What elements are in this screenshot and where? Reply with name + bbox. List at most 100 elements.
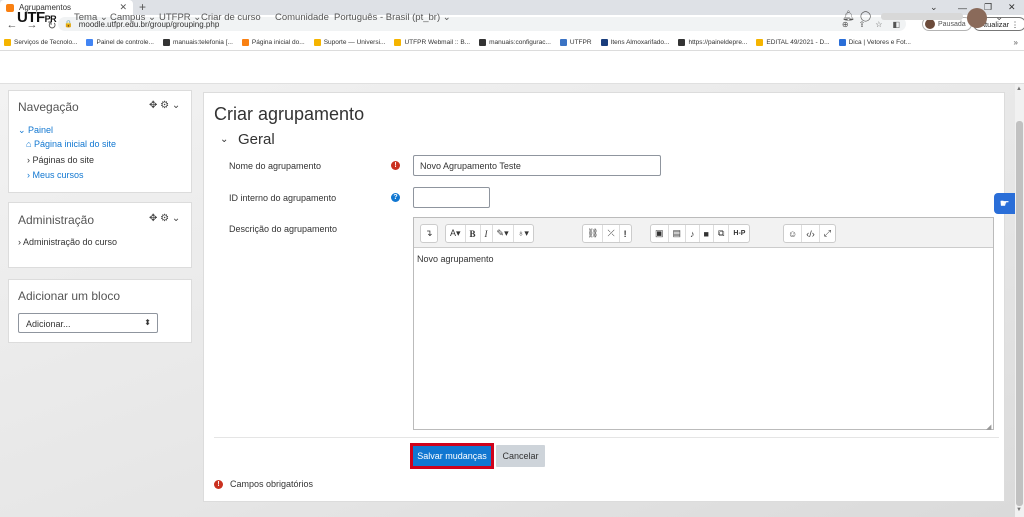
chevron-down-icon[interactable]: ⌄ bbox=[220, 134, 228, 145]
bookmark-label: Página inicial do... bbox=[251, 39, 305, 46]
profile-status: Pausada bbox=[938, 20, 966, 28]
unlink-icon[interactable]: ⤫ bbox=[603, 225, 620, 242]
block-controls-icon[interactable]: ✥ ⚙ ⌄ bbox=[149, 100, 180, 111]
bookmark-item[interactable]: UTFPR Webmail :: B... bbox=[394, 39, 470, 46]
bookmark-label: Painel de controle... bbox=[96, 39, 154, 46]
bookmark-item[interactable]: manuais:configurac... bbox=[479, 39, 551, 46]
grouping-name-label: Nome do agrupamento bbox=[229, 161, 322, 171]
scrollbar-thumb[interactable] bbox=[1016, 121, 1023, 506]
bookmark-star-icon[interactable]: ☆ bbox=[875, 20, 882, 29]
bookmarks-overflow-button[interactable]: » bbox=[1014, 38, 1018, 47]
nav-criar-curso[interactable]: Criar de curso bbox=[201, 12, 261, 23]
bookmark-item[interactable]: Painel de controle... bbox=[86, 39, 154, 46]
accessibility-check-icon[interactable]: ! bbox=[620, 225, 631, 242]
grouping-description-label: Descrição do agrupamento bbox=[229, 224, 338, 234]
bookmark-favicon-icon bbox=[756, 39, 764, 46]
bookmark-label: Suporte — Universi... bbox=[323, 39, 386, 46]
grouping-name-value: Novo Agrupamento Teste bbox=[420, 161, 521, 171]
moodle-favicon-icon bbox=[6, 3, 14, 12]
paragraph-style-icon[interactable]: A▾ bbox=[446, 225, 466, 242]
bookmark-favicon-icon bbox=[678, 39, 686, 46]
highlight-icon[interactable]: ♁▾ bbox=[514, 225, 533, 242]
bold-icon[interactable]: B bbox=[466, 225, 481, 242]
bookmark-label: EDITAL 49/2021 - D... bbox=[766, 39, 830, 46]
toolbar-group-media: ▣ ▤ ♪ ■ ⧉ H-P bbox=[650, 224, 751, 243]
nav-item-home-label: Página inicial do site bbox=[33, 139, 116, 149]
user-menu-caret[interactable]: ⌄ bbox=[995, 12, 1003, 23]
html-code-icon[interactable]: ‹/› bbox=[802, 225, 820, 242]
bookmark-item[interactable]: https://paineldepre... bbox=[678, 39, 747, 46]
bookmark-item[interactable]: manuais:telefonia [... bbox=[162, 39, 233, 46]
block-controls-icon[interactable]: ✥ ⚙ ⌄ bbox=[149, 213, 180, 224]
save-button[interactable]: Salvar mudanças bbox=[411, 444, 493, 468]
required-icon: ! bbox=[391, 161, 400, 170]
bookmark-item[interactable]: Itens Almoxarifado... bbox=[600, 39, 670, 46]
bookmark-favicon-icon bbox=[559, 39, 567, 46]
navigation-block-title: Navegação bbox=[18, 100, 79, 114]
admin-item-course[interactable]: › Administração do curso bbox=[18, 237, 117, 247]
italic-icon[interactable]: I bbox=[481, 225, 493, 242]
window-close-button[interactable]: ✕ bbox=[1008, 0, 1016, 15]
messages-icon[interactable]: ◯ bbox=[860, 11, 871, 22]
bookmark-item[interactable]: Suporte — Universi... bbox=[313, 39, 386, 46]
add-block-select[interactable]: Adicionar... ⬍ bbox=[18, 313, 158, 333]
video-camera-icon[interactable]: ■ bbox=[700, 225, 714, 242]
select-arrows-icon: ⬍ bbox=[144, 318, 151, 327]
bookmark-label: Itens Almoxarifado... bbox=[610, 39, 670, 46]
side-panel-icon[interactable]: ◧ bbox=[892, 20, 900, 29]
grouping-name-input[interactable]: Novo Agrupamento Teste bbox=[413, 155, 661, 176]
nav-campus[interactable]: Campus ⌄ bbox=[110, 12, 156, 23]
bookmark-label: UTFPR bbox=[569, 39, 592, 46]
logo-small: PR bbox=[44, 14, 57, 24]
utfpr-logo[interactable]: UTFPR bbox=[17, 9, 57, 26]
manage-files-icon[interactable]: ⧉ bbox=[714, 225, 730, 242]
bookmark-favicon-icon bbox=[600, 39, 608, 46]
help-icon[interactable]: ? bbox=[391, 193, 400, 202]
notification-bell-icon[interactable]: 🔔︎ bbox=[842, 11, 855, 22]
nav-item-home[interactable]: ⌂ Página inicial do site bbox=[26, 139, 116, 149]
bookmark-favicon-icon bbox=[241, 39, 249, 46]
nav-tema[interactable]: Tema ⌄ bbox=[74, 12, 108, 23]
user-avatar[interactable] bbox=[967, 8, 987, 28]
bookmark-item[interactable]: Dica | Vetores e Fot... bbox=[838, 39, 911, 46]
text-color-icon[interactable]: ✎▾ bbox=[493, 225, 514, 242]
user-name-blurred[interactable] bbox=[881, 13, 963, 20]
nav-item-my-courses[interactable]: › Meus cursos bbox=[27, 170, 84, 180]
bookmark-item[interactable]: Página inicial do... bbox=[241, 39, 305, 46]
home-icon: ⌂ bbox=[26, 139, 34, 149]
bookmark-item[interactable]: UTFPR bbox=[559, 39, 592, 46]
h5p-icon[interactable]: H-P bbox=[729, 225, 749, 242]
lock-icon: 🔒 bbox=[64, 21, 73, 28]
image-icon[interactable]: ▣ bbox=[651, 225, 669, 242]
media-icon[interactable]: ▤ bbox=[669, 225, 687, 242]
description-editor[interactable] bbox=[413, 217, 994, 430]
resize-handle-icon[interactable]: ◢ bbox=[986, 423, 991, 431]
bookmark-item[interactable]: EDITAL 49/2021 - D... bbox=[756, 39, 830, 46]
toolbar-toggle-icon[interactable]: ↴ bbox=[421, 225, 437, 242]
bookmark-label: UTFPR Webmail :: B... bbox=[404, 39, 471, 46]
cancel-button[interactable]: Cancelar bbox=[496, 445, 545, 467]
add-block-title: Adicionar um bloco bbox=[18, 289, 121, 303]
nav-utfpr[interactable]: UTFPR ⌄ bbox=[159, 12, 201, 23]
bookmarks-bar: Serviços de Tecnolo... Painel de controle… bbox=[0, 35, 1024, 51]
link-icon[interactable]: ⛓ bbox=[583, 225, 604, 242]
scroll-down-arrow-icon[interactable]: ▼ bbox=[1016, 507, 1022, 513]
microphone-icon[interactable]: ♪ bbox=[686, 225, 700, 242]
bookmark-label: Serviços de Tecnolo... bbox=[14, 39, 78, 46]
nav-comunidade[interactable]: Comunidade bbox=[275, 12, 329, 23]
fieldset-legend-geral[interactable]: Geral bbox=[238, 131, 275, 148]
nav-item-painel[interactable]: ⌄ Painel bbox=[18, 125, 53, 136]
administration-block bbox=[8, 202, 192, 268]
grouping-idnumber-input[interactable] bbox=[413, 187, 490, 208]
nav-item-site-pages[interactable]: › Páginas do site bbox=[27, 155, 94, 165]
logo-main: UTF bbox=[17, 9, 45, 26]
nav-language[interactable]: Português - Brasil (pt_br) ⌄ bbox=[334, 12, 451, 23]
required-fields-note: Campos obrigatórios bbox=[230, 479, 314, 489]
bookmark-item[interactable]: Serviços de Tecnolo... bbox=[4, 39, 77, 46]
editor-content[interactable]: Novo agrupamento bbox=[417, 254, 494, 264]
fullscreen-icon[interactable]: ⤢ bbox=[820, 225, 835, 242]
bookmark-favicon-icon bbox=[313, 39, 321, 46]
scroll-up-arrow-icon[interactable]: ▲ bbox=[1016, 86, 1022, 92]
emoji-icon[interactable]: ☺ bbox=[784, 225, 803, 242]
accessibility-hand-icon[interactable]: ☛ bbox=[994, 193, 1015, 214]
